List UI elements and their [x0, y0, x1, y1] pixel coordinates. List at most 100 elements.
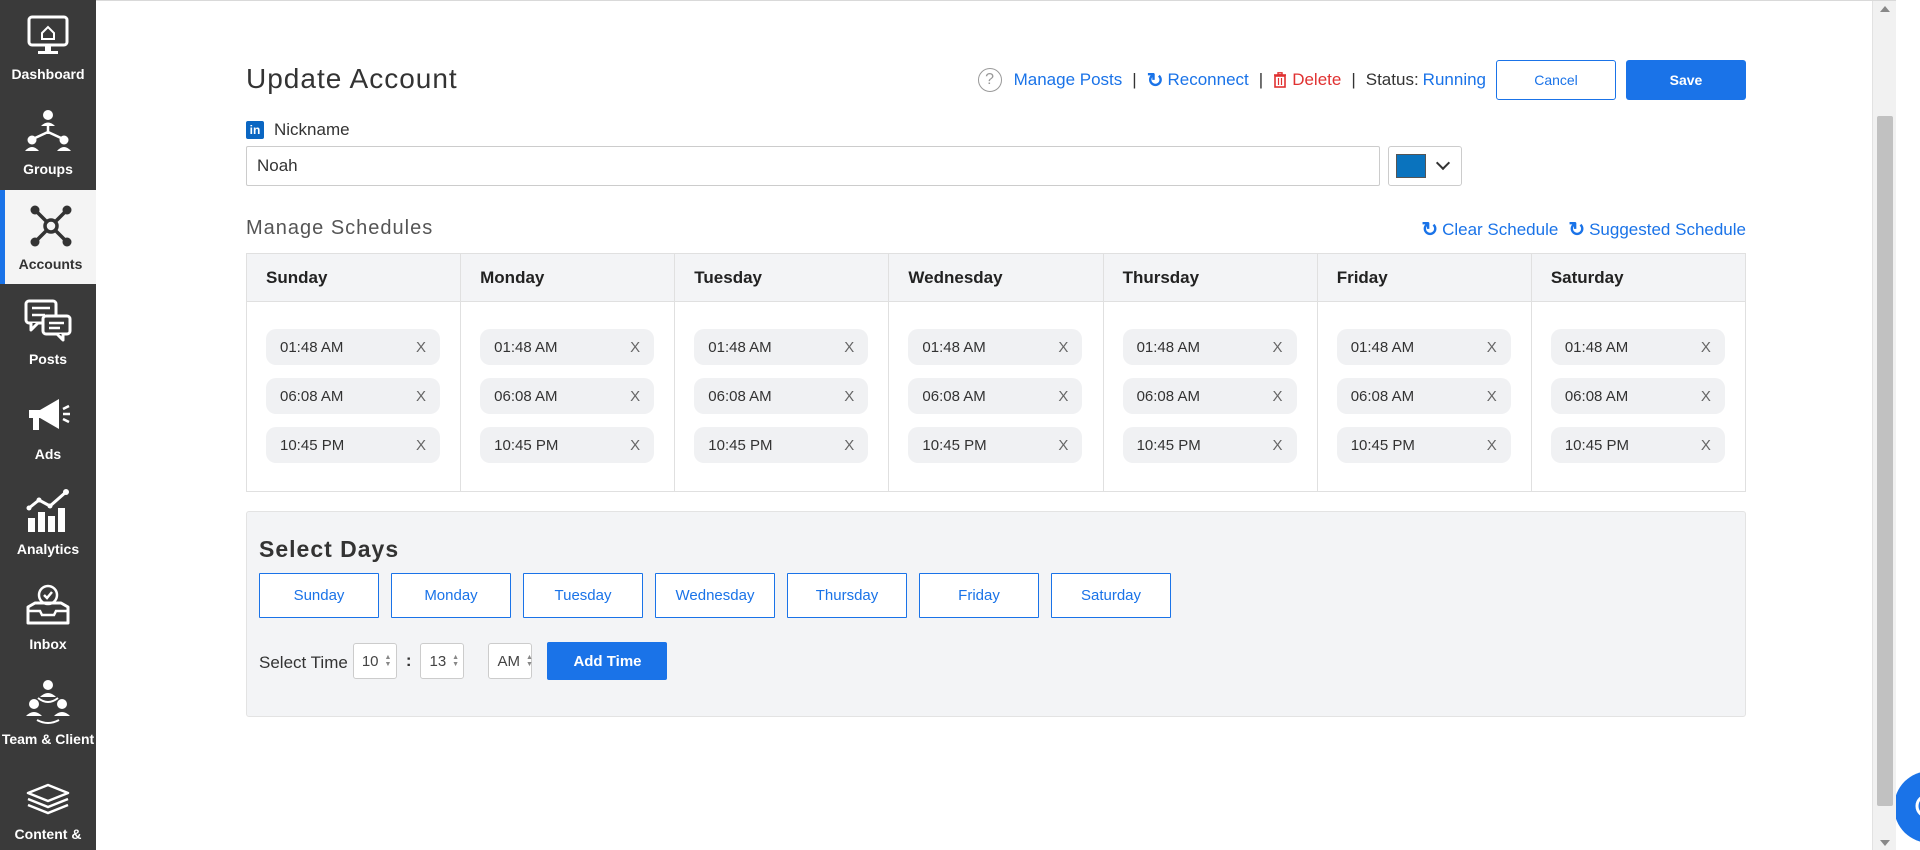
day-button-thursday[interactable]: Thursday	[787, 573, 907, 618]
time-chip-list: 01:48 AM X 06:08 AM X 10:45 PM X	[247, 302, 460, 463]
status-value: Running	[1422, 70, 1486, 89]
remove-time-button[interactable]: X	[1701, 437, 1711, 454]
schedule-column: Monday 01:48 AM X 06:08 AM X 10:45 PM X	[461, 254, 676, 491]
remove-time-button[interactable]: X	[1058, 388, 1068, 405]
time-chip: 10:45 PM X	[480, 427, 655, 463]
hour-stepper[interactable]: 10 ▲ ▼	[352, 643, 397, 679]
sidebar-item-ads[interactable]: Ads	[0, 380, 96, 474]
time-chip: 01:48 AM X	[694, 329, 869, 365]
team-icon	[22, 675, 74, 727]
day-button-wednesday[interactable]: Wednesday	[655, 573, 775, 618]
reconnect-link[interactable]: ↻ Reconnect	[1147, 68, 1249, 93]
remove-time-button[interactable]: X	[844, 437, 854, 454]
time-chip-value: 01:48 AM	[1136, 338, 1200, 356]
remove-time-button[interactable]: X	[630, 437, 640, 454]
day-header: Monday	[461, 254, 675, 302]
sidebar: Dashboard Groups Accounts Posts Ads Analytics…	[0, 0, 96, 850]
scroll-thumb[interactable]	[1877, 116, 1893, 806]
remove-time-button[interactable]: X	[1701, 339, 1711, 356]
remove-time-button[interactable]: X	[1058, 437, 1068, 454]
sidebar-item-label: Accounts	[18, 256, 83, 272]
sidebar-item-label: Dashboard	[11, 66, 85, 82]
minute-stepper[interactable]: 13 ▲ ▼	[420, 643, 465, 679]
cancel-button[interactable]: Cancel	[1496, 60, 1616, 100]
time-chip-value: 06:08 AM	[494, 387, 558, 405]
remove-time-button[interactable]: X	[844, 388, 854, 405]
time-chip: 10:45 PM X	[694, 427, 869, 463]
time-chip-value: 06:08 AM	[1136, 387, 1200, 405]
time-chip: 01:48 AM X	[1550, 329, 1725, 365]
separator: |	[1132, 70, 1137, 89]
remove-time-button[interactable]: X	[630, 339, 640, 356]
delete-link[interactable]: Delete	[1273, 70, 1341, 90]
scroll-up-icon[interactable]	[1880, 6, 1890, 12]
header-actions: ? Manage Posts | ↻ Reconnect | Delete | …	[977, 60, 1746, 100]
sidebar-item-inbox[interactable]: Inbox	[0, 570, 96, 664]
sidebar-item-analytics[interactable]: Analytics	[0, 475, 96, 569]
remove-time-button[interactable]: X	[630, 388, 640, 405]
sidebar-item-accounts[interactable]: Accounts	[0, 190, 96, 284]
clear-schedule-link[interactable]: ↻ Clear Schedule	[1421, 217, 1558, 242]
time-row: Select Time 10 ▲ ▼ : 13 ▲ ▼ AM ▲ ▼ Add Time	[259, 642, 668, 680]
sidebar-item-label: Groups	[23, 161, 73, 177]
day-button-saturday[interactable]: Saturday	[1051, 573, 1171, 618]
color-picker[interactable]	[1388, 146, 1462, 186]
remove-time-button[interactable]: X	[416, 388, 426, 405]
stepper-arrows-icon: ▲ ▼	[525, 654, 533, 668]
save-button[interactable]: Save	[1626, 60, 1746, 100]
sidebar-item-posts[interactable]: Posts	[0, 285, 96, 379]
nickname-input[interactable]	[246, 146, 1380, 186]
remove-time-button[interactable]: X	[1273, 388, 1283, 405]
time-chip-value: 10:45 PM	[708, 436, 773, 454]
remove-time-button[interactable]: X	[1487, 339, 1497, 356]
ampm-select[interactable]: AM ▲ ▼	[488, 643, 533, 679]
reconnect-label: Reconnect	[1167, 70, 1249, 89]
sidebar-item-groups[interactable]: Groups	[0, 95, 96, 189]
day-button-monday[interactable]: Monday	[391, 573, 511, 618]
remove-time-button[interactable]: X	[1273, 437, 1283, 454]
posts-icon	[22, 295, 74, 347]
scroll-down-icon[interactable]	[1880, 840, 1890, 846]
help-icon[interactable]: ?	[977, 68, 1002, 92]
color-swatch	[1396, 154, 1426, 178]
remove-time-button[interactable]: X	[1487, 388, 1497, 405]
time-chip-value: 10:45 PM	[1136, 436, 1201, 454]
manage-posts-link[interactable]: Manage Posts	[1014, 70, 1123, 90]
day-header: Thursday	[1103, 254, 1317, 302]
remove-time-button[interactable]: X	[1487, 437, 1497, 454]
day-header: Tuesday	[675, 254, 889, 302]
time-chip: 06:08 AM X	[266, 378, 440, 414]
time-chip-value: 01:48 AM	[494, 338, 558, 356]
remove-time-button[interactable]: X	[1058, 339, 1068, 356]
remove-time-button[interactable]: X	[416, 339, 426, 356]
time-colon: :	[405, 651, 412, 670]
chat-bubble-icon	[1915, 796, 1920, 816]
time-chip: 10:45 PM X	[1550, 427, 1725, 463]
stepper-arrows-icon: ▲ ▼	[384, 654, 392, 668]
add-time-button[interactable]: Add Time	[547, 642, 668, 680]
sidebar-item-dashboard[interactable]: Dashboard	[0, 0, 96, 94]
time-chip-value: 10:45 PM	[494, 436, 559, 454]
day-button-sunday[interactable]: Sunday	[259, 573, 379, 618]
remove-time-button[interactable]: X	[844, 339, 854, 356]
day-button-tuesday[interactable]: Tuesday	[523, 573, 643, 618]
time-chip-list: 01:48 AM X 06:08 AM X 10:45 PM X	[889, 302, 1102, 463]
chat-button[interactable]	[1894, 771, 1920, 843]
content-icon	[22, 770, 74, 822]
remove-time-button[interactable]: X	[1273, 339, 1283, 356]
day-button-friday[interactable]: Friday	[919, 573, 1039, 618]
sidebar-item-label: Team & Client	[1, 731, 95, 747]
time-chip: 01:48 AM X	[908, 329, 1083, 365]
sidebar-item-team-client[interactable]: Team & Client	[0, 665, 96, 759]
time-chip-value: 06:08 AM	[1564, 387, 1629, 405]
suggested-schedule-link[interactable]: ↻ Suggested Schedule	[1568, 217, 1746, 242]
remove-time-button[interactable]: X	[416, 437, 426, 454]
scrollbar[interactable]	[1872, 1, 1896, 850]
time-chip-value: 10:45 PM	[922, 436, 987, 454]
time-chip: 06:08 AM X	[1550, 378, 1725, 414]
suggested-schedule-label: Suggested Schedule	[1589, 219, 1746, 239]
time-chip: 01:48 AM X	[266, 329, 440, 365]
remove-time-button[interactable]: X	[1701, 388, 1711, 405]
time-chip: 10:45 PM X	[908, 427, 1083, 463]
sidebar-item-content[interactable]: Content &	[0, 760, 96, 850]
